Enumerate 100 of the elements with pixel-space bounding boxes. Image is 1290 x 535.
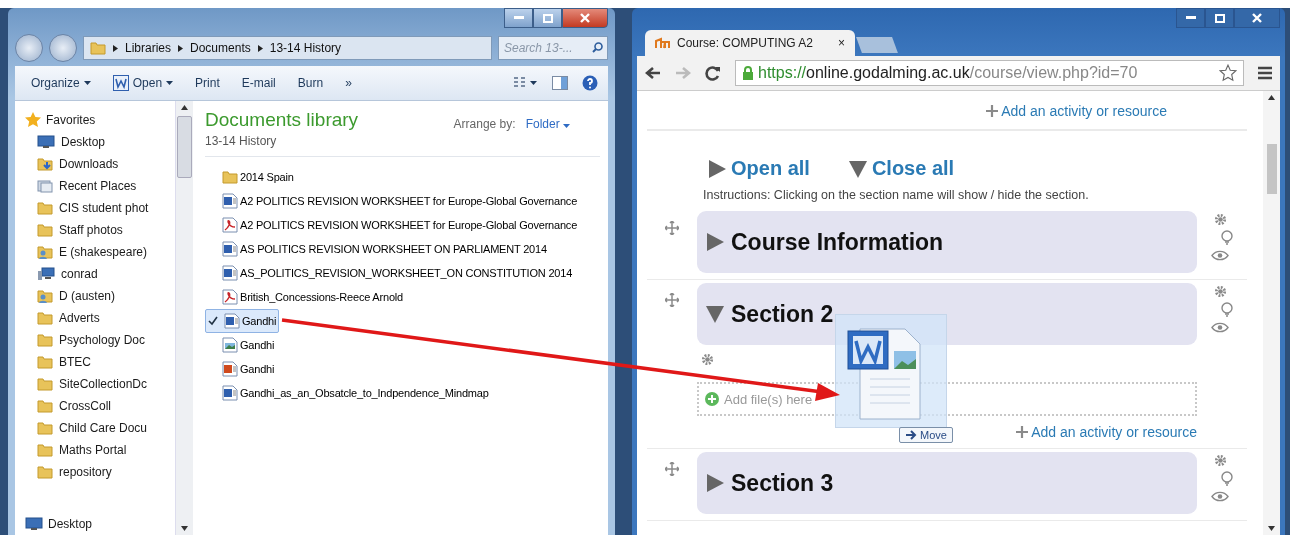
move-handle-icon[interactable]	[665, 462, 679, 476]
lightbulb-icon[interactable]	[1220, 230, 1234, 246]
scroll-thumb[interactable]	[177, 116, 192, 178]
search-icon[interactable]	[592, 42, 603, 53]
file-item[interactable]: Gandhi	[205, 309, 280, 333]
toolbar-button[interactable]: Organize	[25, 73, 103, 93]
navigation-item[interactable]: Downloads	[25, 153, 175, 175]
url-field[interactable]: https://online.godalming.ac.uk/course/view.php?id=70	[735, 60, 1244, 86]
move-handle-icon[interactable]	[665, 293, 679, 307]
file-item[interactable]: Gandhi	[205, 357, 278, 381]
preview-pane-icon[interactable]	[552, 76, 568, 90]
address-bar[interactable]: Libraries Documents 13-14 History	[83, 36, 492, 60]
monitor-icon	[25, 517, 43, 531]
recent-places-icon	[37, 179, 53, 193]
navigation-item[interactable]: Recent Places	[25, 175, 175, 197]
folder-icon	[37, 355, 53, 369]
eye-icon[interactable]	[1211, 250, 1229, 261]
toolbar-button[interactable]: Open	[106, 72, 186, 94]
collapse-arrow-icon	[705, 304, 725, 324]
file-item[interactable]: AS POLITICS REVISION WORKSHEET ON PARLIAMENT 2014	[205, 237, 550, 261]
navigation-item[interactable]: Psychology Doc	[25, 329, 175, 351]
navigation-item[interactable]: SiteCollectionDc	[25, 373, 175, 395]
settings-icon[interactable]	[1213, 213, 1227, 226]
file-item[interactable]: Gandhi_as_an_Obsatcle_to_Indpendence_Mindmap	[205, 381, 492, 405]
navigation-item[interactable]: CIS student phot	[25, 197, 175, 219]
scroll-down-icon[interactable]	[181, 526, 188, 531]
breadcrumb-arrow-icon	[178, 44, 184, 52]
toolbar-button[interactable]: E-mail	[235, 73, 288, 93]
eye-icon[interactable]	[1211, 491, 1229, 502]
navigation-item[interactable]: Desktop	[25, 131, 175, 153]
folder-icon	[37, 443, 53, 457]
move-handle-icon[interactable]	[665, 221, 679, 235]
bookmark-star-icon[interactable]	[1219, 64, 1237, 82]
navigation-item[interactable]: repository	[25, 461, 175, 483]
scroll-up-icon[interactable]	[181, 105, 188, 110]
arrow-right-icon	[905, 430, 917, 440]
close-all-link[interactable]: Close all	[847, 157, 955, 180]
file-item[interactable]: A2 POLITICS REVISION WORKSHEET for Europe-Global Governance	[205, 189, 581, 213]
navigation-item[interactable]: Maths Portal	[25, 439, 175, 461]
back-icon[interactable]	[645, 66, 661, 80]
menu-icon[interactable]	[1258, 66, 1272, 80]
scroll-down-icon[interactable]	[1268, 526, 1275, 531]
expand-arrow-icon	[705, 473, 725, 493]
maximize-button[interactable]	[533, 8, 562, 28]
file-item[interactable]: Gandhi	[205, 333, 278, 357]
add-activity-link[interactable]: Add an activity or resource	[1016, 424, 1197, 440]
scroll-thumb[interactable]	[1266, 144, 1277, 194]
file-item[interactable]: British_Concessions-Reece Arnold	[205, 285, 406, 309]
expand-arrow-icon	[707, 158, 727, 179]
settings-icon[interactable]	[1213, 454, 1227, 467]
navigation-item[interactable]: conrad	[25, 263, 175, 285]
close-button[interactable]	[1234, 8, 1280, 28]
section-header[interactable]: Section 3	[697, 452, 1197, 514]
folder-icon	[37, 377, 53, 391]
add-activity-link[interactable]: Add an activity or resource	[986, 103, 1167, 119]
minimize-button[interactable]	[504, 8, 533, 28]
eye-icon[interactable]	[1211, 322, 1229, 333]
navigation-item[interactable]: Staff photos	[25, 219, 175, 241]
folder-icon	[37, 421, 53, 435]
lightbulb-icon[interactable]	[1220, 302, 1234, 318]
scrollbar[interactable]	[175, 101, 193, 535]
toolbar-button[interactable]: »	[339, 73, 364, 93]
forward-button[interactable]	[49, 34, 77, 62]
view-options-icon[interactable]	[512, 76, 538, 90]
browser-tab[interactable]: Course: COMPUTING A2 ×	[645, 30, 855, 56]
favorites-item[interactable]: Favorites	[25, 109, 175, 131]
section-header[interactable]: Course Information	[697, 211, 1197, 273]
search-field[interactable]: Search 13-...	[498, 36, 608, 60]
toolbar-button[interactable]: Print	[189, 73, 232, 93]
settings-icon[interactable]	[1213, 285, 1227, 298]
scrollbar[interactable]	[1263, 91, 1280, 535]
navigation-item[interactable]: CrossColl	[25, 395, 175, 417]
reload-icon[interactable]	[705, 65, 721, 81]
folder-icon	[222, 170, 238, 184]
word-document-icon	[224, 313, 240, 329]
minimize-button[interactable]	[1176, 8, 1205, 28]
navigation-item[interactable]: D (austen)	[25, 285, 175, 307]
settings-icon[interactable]	[701, 353, 714, 366]
word-icon	[112, 75, 129, 91]
navigation-item[interactable]: BTEC	[25, 351, 175, 373]
word-document-icon	[222, 241, 238, 257]
back-button[interactable]	[15, 34, 43, 62]
maximize-button[interactable]	[1205, 8, 1234, 28]
arrange-dropdown[interactable]: Folder	[525, 117, 570, 131]
lightbulb-icon[interactable]	[1220, 471, 1234, 487]
file-item[interactable]: 2014 Spain	[205, 165, 297, 189]
navigation-item[interactable]: E (shakespeare)	[25, 241, 175, 263]
close-button[interactable]	[562, 8, 608, 28]
navigation-item[interactable]: Child Care Docu	[25, 417, 175, 439]
help-icon[interactable]	[582, 75, 598, 91]
navigation-item[interactable]: Adverts	[25, 307, 175, 329]
user-folder-icon	[37, 244, 53, 260]
file-item[interactable]: AS_POLITICS_REVISION_WORKSHEET_ON CONSTITUTION 2014	[205, 261, 576, 285]
scroll-up-icon[interactable]	[1268, 95, 1275, 100]
checkmark-icon[interactable]	[208, 316, 218, 326]
file-item[interactable]: A2 POLITICS REVISION WORKSHEET for Europe-Global Governance	[205, 213, 581, 237]
open-all-link[interactable]: Open all	[707, 157, 810, 180]
toolbar-button[interactable]: Burn	[291, 73, 336, 93]
navigation-item[interactable]: Desktop	[25, 513, 175, 535]
new-tab-button[interactable]	[856, 37, 898, 53]
